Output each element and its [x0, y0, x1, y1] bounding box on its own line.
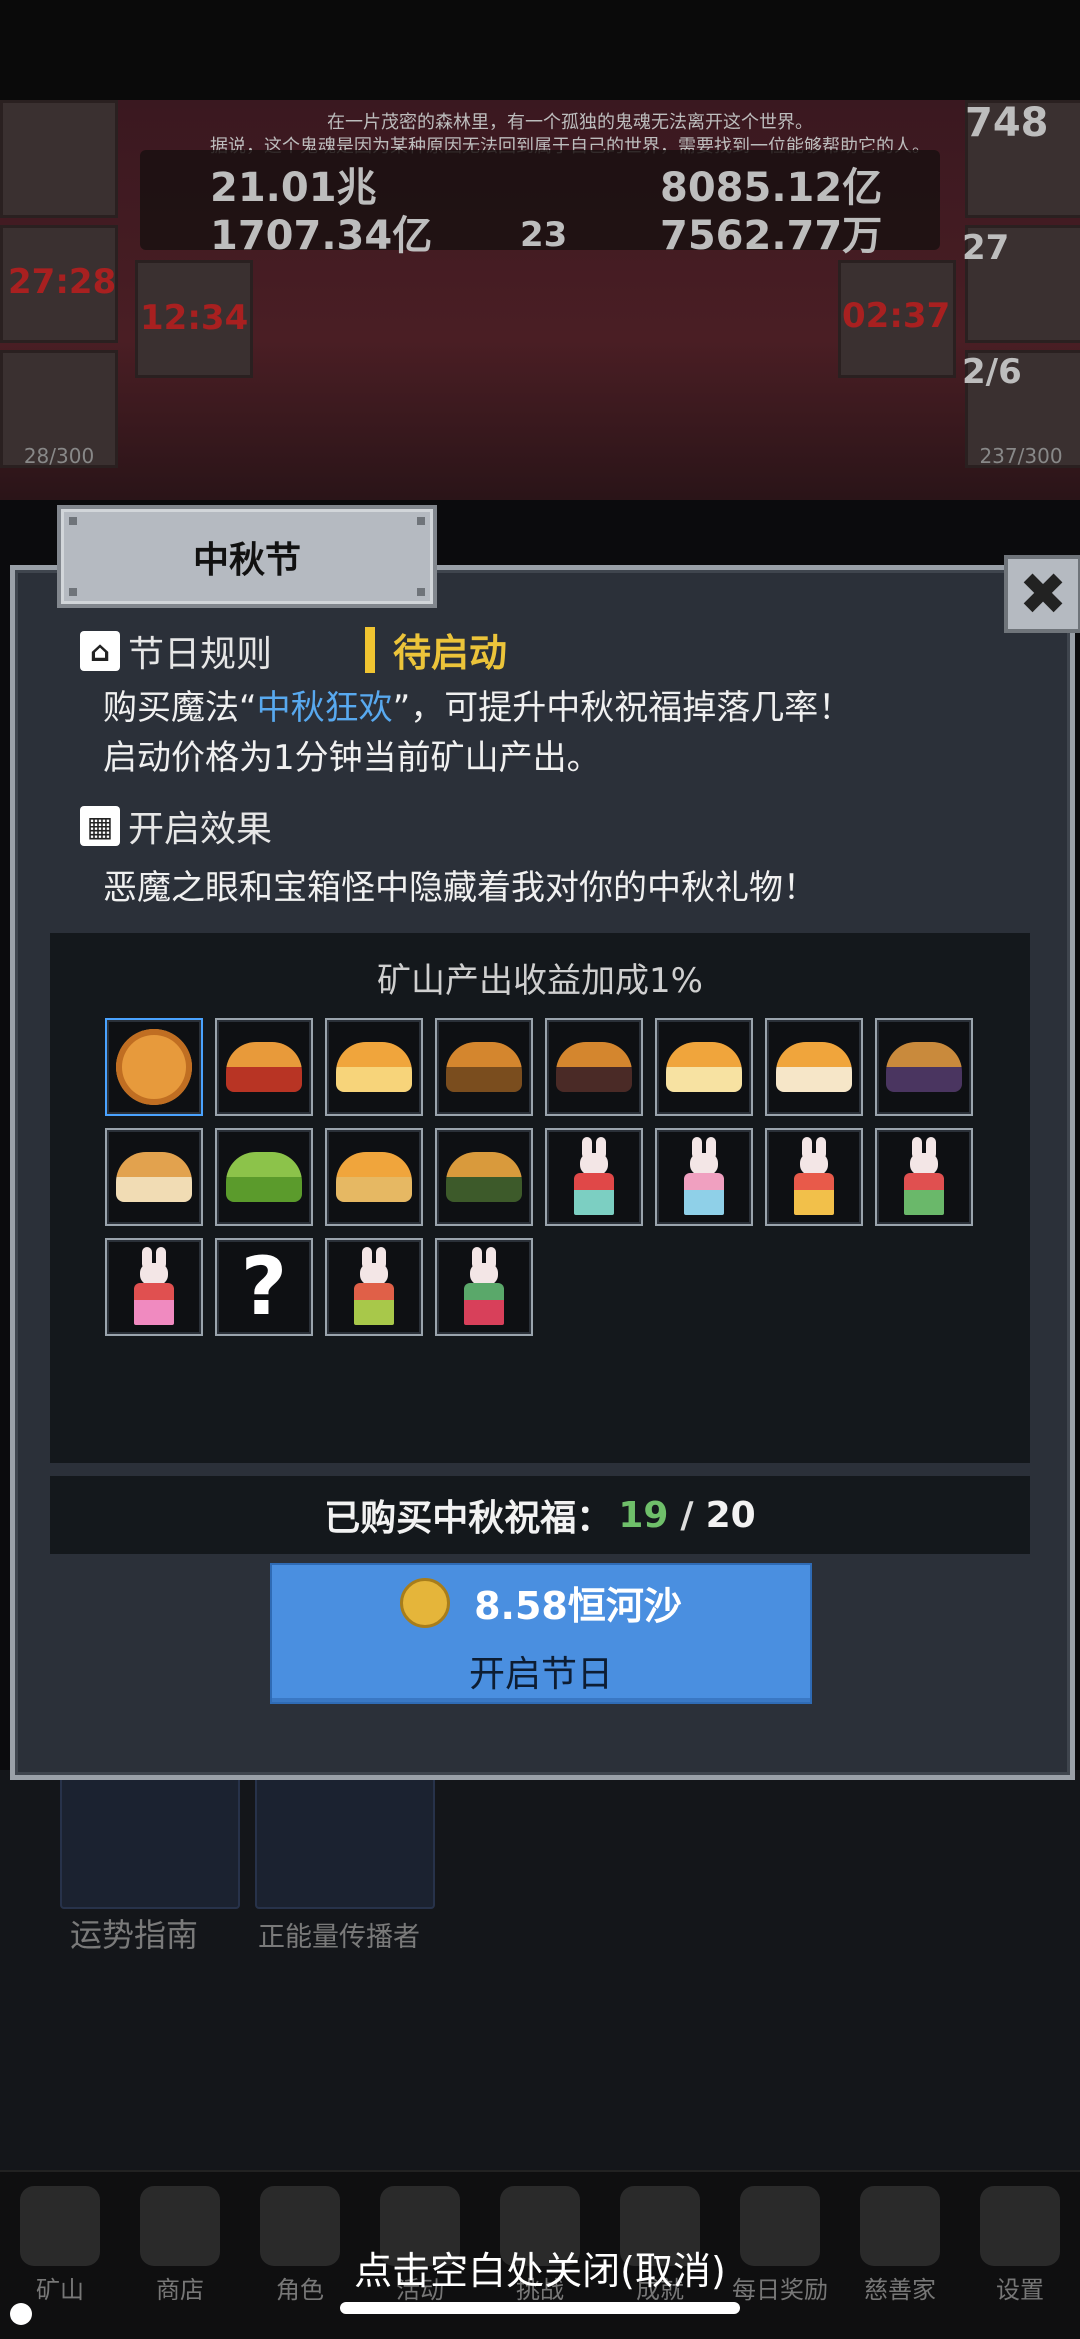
timer-right: 02:37 [842, 296, 951, 336]
top-bar [0, 0, 1080, 100]
exclamation-icon [365, 626, 375, 673]
right-capacity: 237/300 [979, 444, 1063, 468]
reward-grid-panel: 矿山产出收益加成1% ? [50, 933, 1030, 1463]
reward-slot[interactable] [105, 1238, 203, 1336]
magic-name: 中秋狂欢 [256, 688, 393, 728]
start-festival-button[interactable]: 8.58恒河沙 开启节日 [270, 1563, 812, 1704]
start-festival-label: 开启节日 [468, 1654, 613, 1695]
rivet [69, 588, 77, 596]
reward-slot[interactable] [215, 1128, 313, 1226]
timer-left: 27:28 [8, 262, 117, 302]
rabbit-icon [788, 1137, 840, 1217]
timer-middle: 12:34 [140, 298, 249, 338]
reward-slot[interactable] [875, 1128, 973, 1226]
rabbit-icon [128, 1247, 180, 1327]
grid-icon: ▦ [80, 806, 120, 846]
reward-slot[interactable] [325, 1018, 423, 1116]
close-hint[interactable]: 点击空白处关闭(取消) [0, 2240, 1080, 2295]
rivet [69, 517, 77, 525]
mooncake-icon [666, 1042, 742, 1092]
status-text: 待启动 [393, 631, 508, 675]
slime-count: 2/6 [962, 352, 1022, 392]
mooncake-icon [116, 1029, 192, 1105]
reward-slot[interactable] [545, 1128, 643, 1226]
close-icon: ✖ [1018, 560, 1068, 628]
rule-line-2: 启动价格为1分钟当前矿山产出。 [103, 738, 601, 778]
reward-slot[interactable] [435, 1238, 533, 1336]
reward-slot-locked[interactable]: ? [215, 1238, 313, 1336]
mooncake-icon [226, 1152, 302, 1202]
chest-count: 27 [962, 228, 1010, 268]
resource-value-4: 7562.77万 [660, 213, 883, 259]
reward-slot[interactable] [655, 1018, 753, 1116]
mooncake-icon [116, 1152, 192, 1202]
rabbit-icon [348, 1247, 400, 1327]
rivet [417, 517, 425, 525]
reward-slot[interactable] [875, 1018, 973, 1116]
story-line-1: 在一片茂密的森林里，有一个孤独的鬼魂无法离开这个世界。 [327, 112, 813, 133]
mooncake-icon [226, 1042, 302, 1092]
purchased-label: 已购买中秋祝福： [324, 1498, 613, 1539]
rules-heading: ⌂ 节日规则 [80, 625, 272, 677]
rabbit-icon [458, 1247, 510, 1327]
rule-line-1: 购买魔法“中秋狂欢”，可提升中秋祝福掉落几率！ [103, 680, 852, 729]
home-indicator [340, 2302, 740, 2314]
purchased-separator: / [680, 1494, 694, 1536]
mooncake-icon [556, 1042, 632, 1092]
reward-slot[interactable] [105, 1128, 203, 1226]
potion-count: 748 [965, 100, 1049, 146]
rabbit-icon [568, 1137, 620, 1217]
mooncake-icon [776, 1042, 852, 1092]
reward-slot[interactable] [765, 1128, 863, 1226]
status-badge: 待启动 [365, 622, 507, 677]
book-count: 23 [520, 215, 568, 255]
rivet [417, 588, 425, 596]
positive-energy-label: 正能量传播者 [258, 1922, 420, 1953]
rule-text-post: ”，可提升中秋祝福掉落几率！ [392, 688, 853, 728]
left-capacity: 28/300 [23, 444, 95, 468]
fortune-guide-label: 运势指南 [70, 1916, 199, 1954]
rule-text-pre: 购买魔法“ [103, 688, 257, 728]
reward-slot[interactable] [655, 1128, 753, 1226]
rules-heading-text: 节日规则 [128, 634, 273, 675]
corner-dot [10, 2303, 32, 2325]
question-mark-icon: ? [240, 1240, 288, 1333]
purchased-count-bar: 已购买中秋祝福： 19 / 20 [50, 1476, 1030, 1554]
price-row: 8.58恒河沙 [272, 1575, 810, 1630]
reward-slot[interactable] [435, 1128, 533, 1226]
rabbit-icon [678, 1137, 730, 1217]
reward-slot[interactable] [325, 1128, 423, 1226]
mooncake-icon [446, 1042, 522, 1092]
reward-slot[interactable] [765, 1018, 863, 1116]
mooncake-icon [336, 1152, 412, 1202]
rabbit-icon [898, 1137, 950, 1217]
home-icon: ⌂ [80, 631, 120, 671]
effect-heading: ▦ 开启效果 [80, 800, 272, 852]
reward-slot[interactable] [215, 1018, 313, 1116]
coin-icon [400, 1577, 451, 1628]
price-text: 8.58恒河沙 [474, 1584, 682, 1628]
purchased-total: 20 [705, 1494, 756, 1536]
close-button[interactable]: ✖ [1004, 555, 1080, 633]
dialog-title-tab: 中秋节 [57, 505, 437, 608]
reward-slot[interactable] [435, 1018, 533, 1116]
resource-value-2: 1707.34亿 [210, 213, 433, 259]
scroll-slot-icon[interactable] [0, 100, 118, 218]
reward-slot[interactable] [325, 1238, 423, 1336]
dialog-title: 中秋节 [192, 539, 301, 581]
reward-slot[interactable] [105, 1018, 203, 1116]
effect-heading-text: 开启效果 [128, 809, 273, 850]
effect-text: 恶魔之眼和宝箱怪中隐藏着我对你的中秋礼物！ [103, 868, 817, 908]
fortune-guide-card[interactable] [60, 1770, 240, 1909]
reward-slot[interactable] [545, 1018, 643, 1116]
mooncake-icon [446, 1152, 522, 1202]
mooncake-icon [886, 1042, 962, 1092]
purchased-current: 19 [618, 1494, 669, 1536]
grid-title: 矿山产出收益加成1% [377, 961, 703, 1001]
mooncake-icon [336, 1042, 412, 1092]
positive-energy-card[interactable] [255, 1770, 435, 1909]
